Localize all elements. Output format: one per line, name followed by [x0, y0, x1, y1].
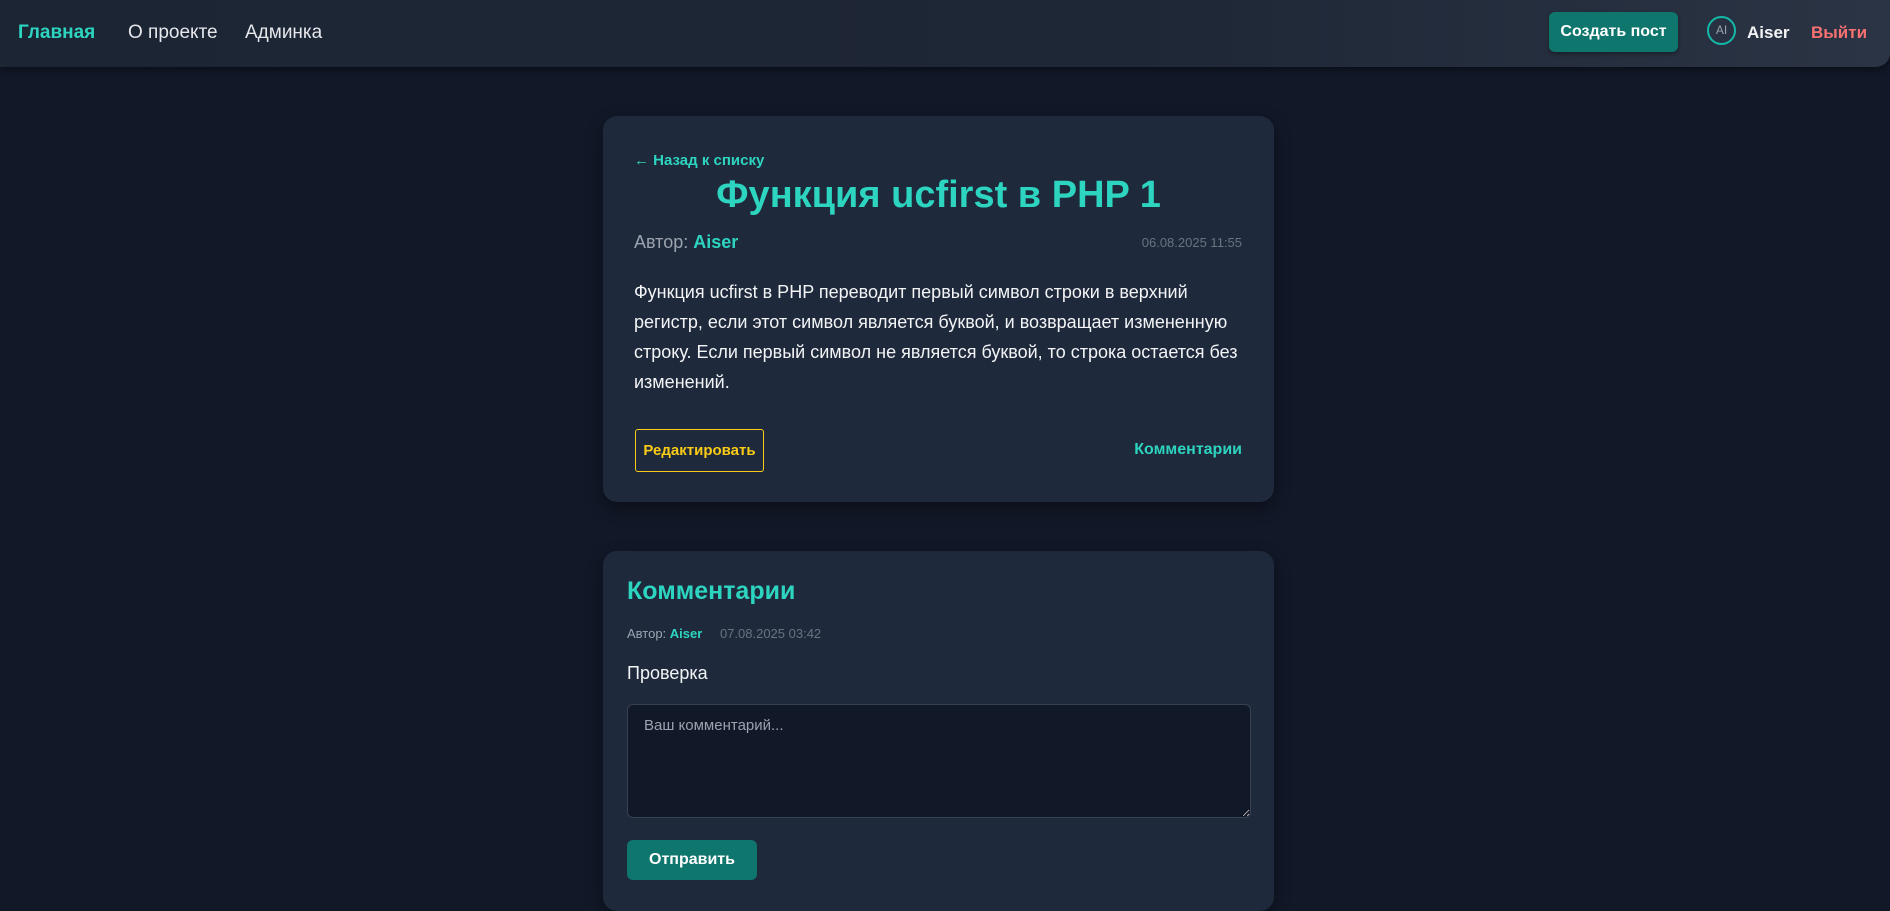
comments-link[interactable]: Комментарии: [1134, 441, 1242, 459]
post-date: 06.08.2025 11:55: [1141, 235, 1242, 250]
comments-section: Комментарии Автор: Aiser 07.08.2025 03:4…: [603, 551, 1274, 911]
submit-comment-button[interactable]: Отправить: [627, 840, 757, 880]
nav-link-admin[interactable]: Админка: [245, 22, 322, 44]
comment-input[interactable]: [627, 704, 1251, 818]
comment-author-label: Автор:: [627, 626, 667, 641]
avatar[interactable]: AI: [1707, 16, 1736, 45]
logout-link[interactable]: Выйти: [1811, 23, 1867, 43]
top-navbar: Главная О проекте Админка Создать пост A…: [0, 0, 1890, 67]
comments-title: Комментарии: [627, 577, 796, 605]
comment-meta: Автор: Aiser 07.08.2025 03:42: [627, 626, 821, 641]
comment-date: 07.08.2025 03:42: [719, 626, 822, 641]
edit-button[interactable]: Редактировать: [635, 429, 764, 472]
comment-author[interactable]: Aiser: [670, 626, 703, 641]
nav-link-about[interactable]: О проекте: [128, 22, 218, 44]
user-name[interactable]: Aiser: [1747, 23, 1790, 43]
post-card: ← Назад к списку Функция ucfirst в PHP 1…: [603, 116, 1274, 502]
post-title: Функция ucfirst в PHP 1: [716, 174, 1161, 216]
back-to-list-link[interactable]: ← Назад к списку: [634, 152, 764, 169]
comment-text: Проверка: [627, 663, 708, 683]
post-body: Функция ucfirst в PHP переводит первый с…: [634, 282, 1238, 392]
author-label: Автор:: [634, 232, 689, 252]
post-author-line: Автор: Aiser: [634, 232, 738, 253]
nav-link-home[interactable]: Главная: [18, 22, 95, 44]
create-post-button[interactable]: Создать пост: [1549, 12, 1678, 52]
post-author[interactable]: Aiser: [693, 232, 738, 252]
